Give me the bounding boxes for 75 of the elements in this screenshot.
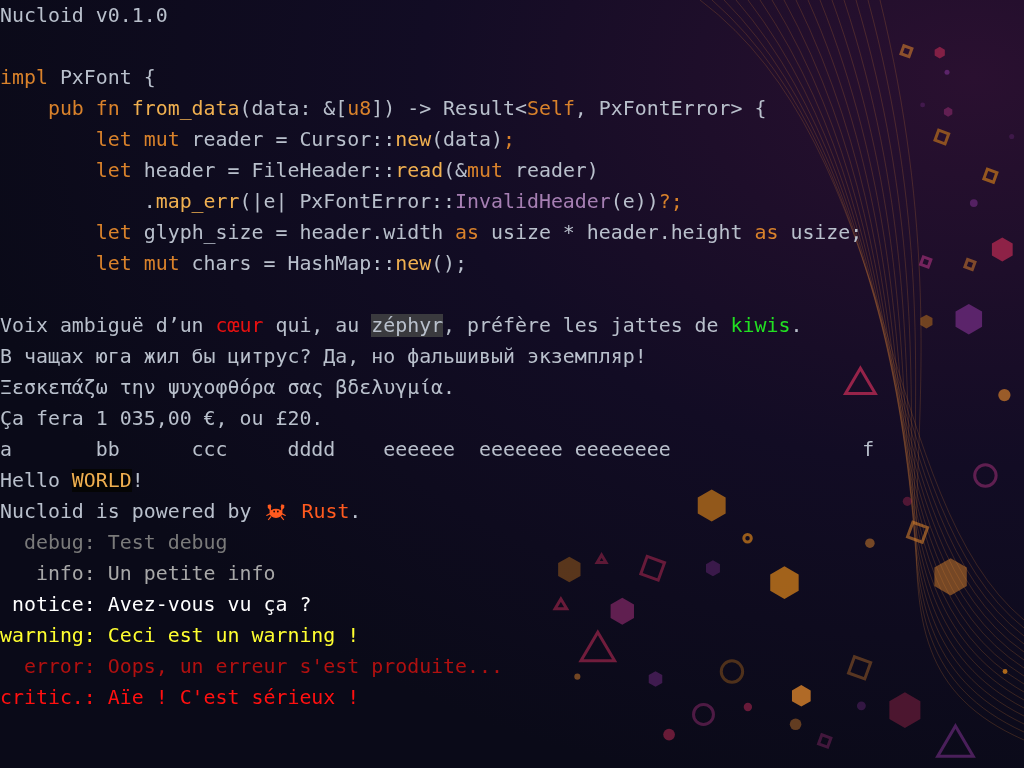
terminal-text: . [349,500,362,523]
hexagon-shape [610,597,634,625]
log-message: Aïe ! C'est sérieux ! [107,686,360,709]
log-message: Test debug [107,531,228,554]
code-line: let mut chars = HashMap::new(); [95,252,468,275]
text-line: Hello WORLD! [0,469,144,492]
dot-shape [998,388,1011,402]
code-line: let mut reader = Cursor::new(data); [95,128,515,151]
text-line: В чащах юга жил бы цитрус? Да, но фальшивый экземпляр! [0,345,647,368]
triangle-outline-shape [935,722,976,758]
log-message: Un petite info [107,562,276,585]
square-outline-shape [905,520,930,545]
square-outline-shape [918,254,933,270]
text-line: Ça fera 1 035,00 €, ou £20. [0,407,324,430]
ring-shape [973,463,998,488]
text-line: a bb ccc dddd eeeeee eeeeeee eeeeeeee f [0,438,875,461]
log-level: error: [22,654,96,680]
square-outline-shape [638,554,667,583]
hexagon-shape [889,692,921,728]
code-line: let header = FileHeader::read(&mut reader) [95,159,599,182]
dot-shape [789,718,802,731]
hexagon-shape [934,46,945,59]
code-line: impl PxFont { [0,66,156,89]
hexagon-shape [705,560,720,577]
hexagon-shape [934,558,967,596]
ring-shape [692,703,715,726]
hexagon-shape [991,237,1013,262]
terminal-text: Nucloid is powered by [0,500,253,523]
square-outline-shape [846,654,873,681]
dot-shape [969,199,978,207]
crab-icon [265,502,288,521]
dot-shape [920,102,926,108]
log-level: debug: [22,530,96,556]
text-line: Ξεσκεπάζω την ψυχοφθόρα σας βδελυγμία. [0,376,456,399]
triangle-outline-shape [578,629,618,663]
rust-label: Rust [301,500,350,523]
dot-shape [944,69,950,75]
log-message: Ceci est un warning ! [107,624,360,647]
triangle-outline-shape [594,552,609,565]
code-line: .map_err(|e| PxFontError::InvalidHeader(e))?; [143,190,683,213]
square-outline-shape [899,43,914,59]
square-outline-shape [981,167,999,185]
hexagon-shape [943,107,953,117]
hexagon-shape [648,671,663,687]
ring-shape [719,659,745,684]
dot-shape [663,728,675,741]
log-level: info: [34,561,96,587]
log-message: Oops, un erreur s'est produite... [107,655,503,678]
triangle-outline-shape [842,365,878,395]
code-line: pub fn from_data(data: &[u8]) -> Result<Self, PxFontError> { [47,97,767,120]
dot-shape [856,701,866,711]
dot-shape [743,702,753,712]
triangle-outline-shape [552,595,570,611]
log-message: Avez-vous vu ça ? [107,593,312,616]
square-outline-shape [962,257,977,272]
hexagon-shape [791,685,811,707]
hexagon-shape [955,304,983,335]
log-level: warning: [0,623,96,649]
dot-shape [865,538,875,548]
terminal-title: Nucloid v0.1.0 [0,4,168,27]
text-line: Voix ambiguë d’un cœur qui, au zéphyr, préfère les jattes de kiwis. [0,314,803,337]
log-level: critic.: [0,685,96,711]
dot-shape [1002,669,1008,674]
dot-shape [1009,133,1015,140]
hexagon-shape [920,314,933,329]
dot-shape [574,673,581,680]
hexagon-shape [558,556,581,583]
dot-shape [902,496,912,506]
hexagon-shape [770,566,799,599]
ring-shape [742,533,753,544]
square-outline-shape [933,128,951,146]
hexagon-shape [697,489,726,522]
log-level: notice: [10,592,96,618]
square-outline-shape [816,732,833,750]
code-line: let glyph_size = header.width as usize * header.height as usize; [95,221,863,244]
